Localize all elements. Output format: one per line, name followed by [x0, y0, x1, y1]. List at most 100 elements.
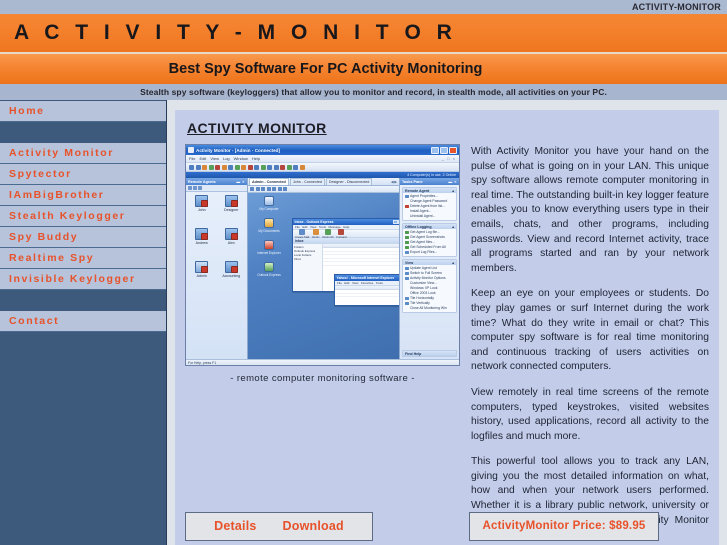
agents-view-toolbar	[186, 185, 247, 192]
find-help-button[interactable]: Find Help	[402, 350, 457, 357]
maximize-icon	[440, 146, 448, 154]
outlook-express-icon	[264, 262, 274, 272]
tab-label: John - Connected	[292, 180, 322, 184]
sidebar-item-activity-monitor[interactable]: Activity Monitor	[0, 143, 166, 164]
sidebar-item-label: IAmBigBrother	[9, 189, 105, 201]
toolbar-icon	[267, 164, 272, 170]
description-paragraph: Keep an eye on your employees or student…	[471, 288, 709, 373]
toolbar-icon	[286, 164, 292, 170]
app-main-area: Remote Agents ▬ × John Designer Andrew A…	[186, 178, 459, 359]
sidebar-item-invisible-keylogger[interactable]: Invisible Keylogger	[0, 269, 166, 290]
agents-grid: John Designer Andrew Alex Admin Accounti…	[186, 192, 247, 359]
page-row	[335, 294, 399, 297]
app-screenshot-image[interactable]: Activity Monitor - [Admin - Connected] F…	[185, 144, 460, 366]
main-content: ACTIVITY MONITOR Activity Monitor - [Adm…	[167, 100, 727, 545]
remote-agents-pane: Remote Agents ▬ × John Designer Andrew A…	[186, 178, 248, 359]
task-item[interactable]: Close All Monitoring Win	[405, 306, 454, 311]
task-label: Export Log Files...	[410, 250, 438, 254]
action-button-row: Details Download ActivityMonitor Price: …	[185, 511, 709, 541]
app-window-title: Activity Monitor - [Admin - Connected]	[196, 147, 280, 153]
download-icon	[405, 230, 409, 235]
description-paragraph: View remotely in real time screens of th…	[471, 386, 709, 442]
menu-item-tools: Tools	[375, 281, 383, 285]
menu-item-edit: Edit	[344, 281, 350, 285]
sidebar-item-realtime-spy[interactable]: Realtime Spy	[0, 248, 166, 269]
chevron-up-icon: ▴	[452, 224, 454, 229]
tab-john-connected[interactable]: John - Connected	[289, 178, 325, 185]
details-button[interactable]: Details	[214, 519, 256, 533]
screenshot-caption: - remote computer monitoring software -	[230, 373, 415, 384]
sidebar-item-home[interactable]: Home	[0, 101, 166, 122]
agent-item[interactable]: John	[187, 195, 217, 228]
content-panel: ACTIVITY MONITOR Activity Monitor - [Adm…	[175, 110, 719, 545]
description-column: With Activity Monitor you have your hand…	[471, 144, 709, 545]
remote-desktop-view[interactable]: My Computer My Documents Internet Explor…	[248, 186, 399, 359]
sidebar-item-iambigbrother[interactable]: IAmBigBrother	[0, 185, 166, 206]
task-icon	[405, 194, 409, 199]
agent-item[interactable]: Designer	[217, 195, 247, 228]
window-controls	[393, 220, 399, 224]
price-label: ActivityMonitor Price: $89.95	[482, 520, 646, 533]
details-download-button-group[interactable]: Details Download	[185, 511, 373, 541]
site-tagline-bar: Best Spy Software For PC Activity Monito…	[0, 54, 727, 84]
sidebar-item-spytector[interactable]: Spytector	[0, 164, 166, 185]
toolbar-icon	[283, 187, 287, 191]
content-columns: Activity Monitor - [Admin - Connected] F…	[185, 144, 709, 545]
agent-item[interactable]: Accounting	[217, 261, 247, 294]
task-item[interactable]: Export Log Files...	[405, 250, 454, 255]
agent-name: Admin	[196, 274, 207, 278]
refresh-icon	[405, 266, 409, 271]
menu-item-window: Window	[233, 156, 248, 161]
agent-name: Designer	[224, 208, 239, 212]
menu-item-edit: Edit	[199, 156, 207, 161]
inner-window-title: Yahoo! - Microsoft Internet Explorer	[336, 276, 395, 280]
download-icon	[405, 245, 409, 250]
fullscreen-icon	[405, 271, 409, 276]
tab-scroll-arrows-icon[interactable]: ◀ ▶	[391, 178, 398, 185]
toolbar-icon	[247, 164, 253, 170]
task-list: Get Agent Log file... Get Agent Screensh…	[403, 229, 456, 256]
connection-status-text: 4 Computer(s) in use, 2 Online	[407, 173, 456, 177]
task-icon	[405, 282, 409, 286]
toolbar-icon	[260, 164, 266, 170]
remote-view-toolbar	[248, 186, 399, 193]
tab-admin-connected[interactable]: Admin - Connected	[249, 178, 289, 185]
menu-item-file: File	[337, 281, 342, 285]
menu-item-favorites: Favorites	[360, 281, 374, 285]
site-brand-bar: A C T I V I T Y - M O N I T O R	[0, 14, 727, 54]
page-body: Home Activity Monitor Spytector IAmBigBr…	[0, 100, 727, 545]
sidebar-item-stealth-keylogger[interactable]: Stealth Keylogger	[0, 206, 166, 227]
task-icon	[405, 210, 409, 214]
toolbar-icon	[228, 164, 233, 170]
toolbar-button-reply: Reply	[312, 228, 319, 239]
app-icon	[188, 147, 194, 153]
toolbar-icon	[293, 164, 298, 170]
price-button[interactable]: ActivityMonitor Price: $89.95	[469, 511, 659, 541]
tab-designer-disconnected[interactable]: Designer - Disconnected	[325, 178, 373, 185]
desktop-icon-my-computer: My Computer	[251, 196, 287, 211]
agent-item[interactable]: Andrew	[187, 228, 217, 261]
sidebar-item-contact[interactable]: Contact	[0, 311, 166, 332]
pane-pin-icon: ▬ ×	[448, 179, 457, 184]
task-group-remote-agent: Remote Agent ▴ Agent Properties... Chang…	[402, 187, 457, 221]
toolbar-icon	[266, 187, 271, 191]
message-row	[323, 262, 399, 266]
window-controls	[431, 146, 457, 154]
agent-tab-bar: Admin - Connected John - Connected Desig…	[248, 178, 399, 186]
download-icon	[405, 235, 409, 240]
task-list: Update Agent List Switch to Full Screen …	[403, 265, 456, 312]
menu-item-file: File	[189, 156, 196, 161]
agent-item[interactable]: Alex	[217, 228, 247, 261]
inner-window-toolbar: Create Mail Reply Reply All Forward	[293, 228, 399, 239]
sidebar-item-label: Home	[9, 105, 45, 117]
toolbar-icon	[272, 187, 276, 191]
tasks-pane: Tasks Pane ▬ × Remote Agent ▴ Agent Prop…	[399, 178, 459, 359]
mdi-window-controls: _ □ ×	[441, 156, 456, 161]
task-item[interactable]: Uninstall Agent...	[405, 214, 454, 219]
download-button[interactable]: Download	[283, 519, 344, 533]
menu-item-help: Help	[251, 156, 261, 161]
sidebar-item-spy-buddy[interactable]: Spy Buddy	[0, 227, 166, 248]
task-icon	[405, 200, 409, 204]
toolbar-icon	[299, 164, 305, 170]
agent-item[interactable]: Admin	[187, 261, 217, 294]
